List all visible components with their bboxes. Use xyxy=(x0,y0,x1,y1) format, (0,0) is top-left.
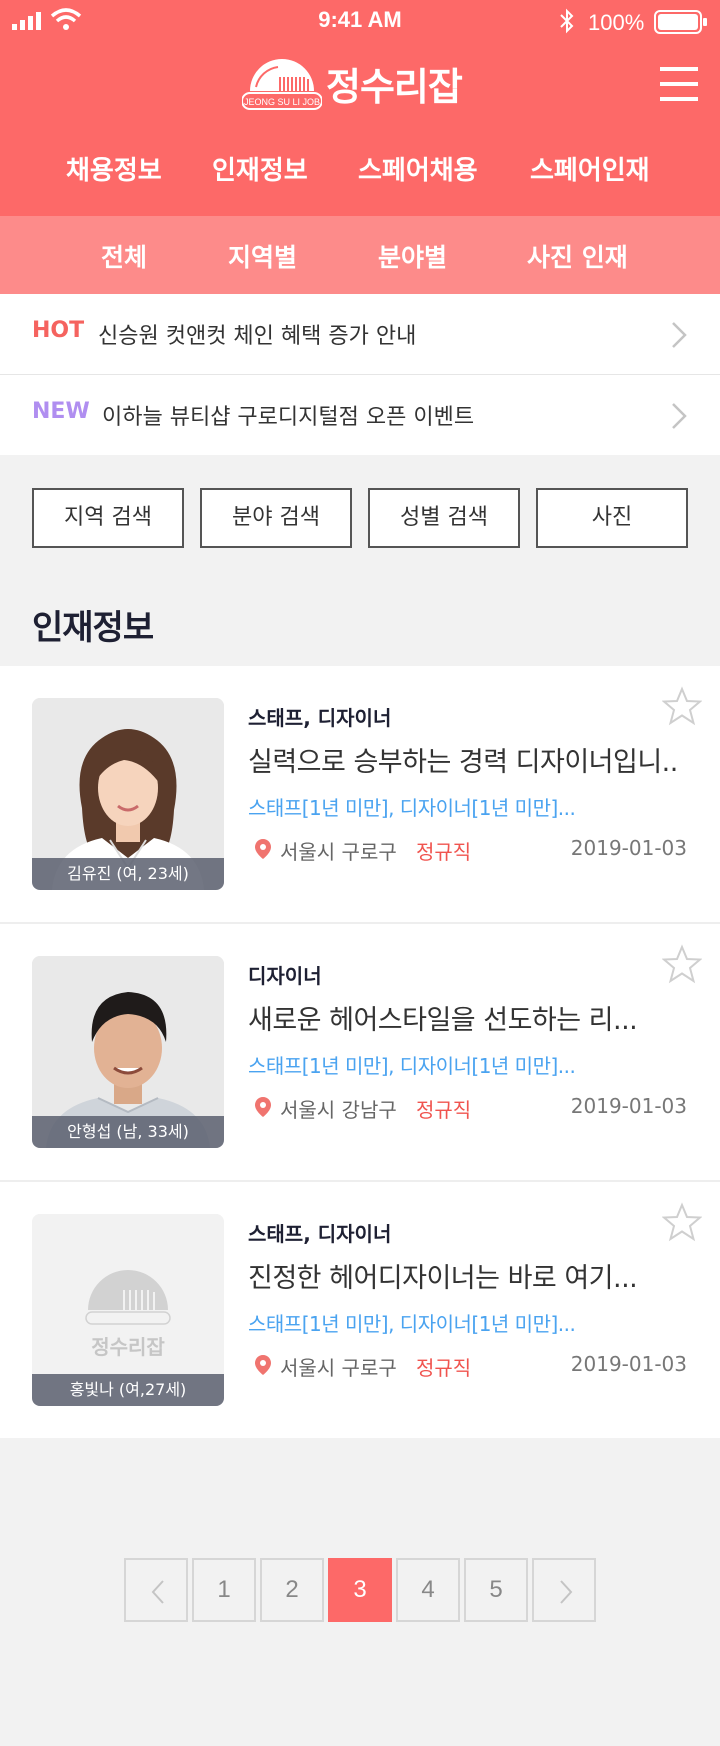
card-field: 스태프, 디자이너 xyxy=(248,706,392,730)
sub-nav: 전체 지역별 분야별 사진 인재 xyxy=(0,216,720,294)
card-career: 스태프[1년 미만], 디자이너[1년 미만]... xyxy=(248,1054,576,1078)
chevron-left-icon xyxy=(151,1580,164,1604)
hamburger-menu-icon[interactable] xyxy=(660,66,698,102)
sub-nav-item-photo[interactable]: 사진 인재 xyxy=(527,238,628,274)
photo-filter-button[interactable]: 사진 xyxy=(536,488,688,548)
notice-row-hot[interactable]: HOT 신승원 컷앤컷 체인 혜택 증가 안내 xyxy=(0,294,720,374)
chevron-right-icon xyxy=(672,403,687,429)
prev-page-button[interactable] xyxy=(124,1558,188,1622)
logo-icon: JEONG SU LI JOB xyxy=(242,59,322,110)
card-field: 디자이너 xyxy=(248,964,322,988)
card-career: 스태프[1년 미만], 디자이너[1년 미만]... xyxy=(248,796,576,820)
talent-card[interactable]: 김유진 (여, 23세) 스태프, 디자이너 실력으로 승부하는 경력 디자이너… xyxy=(0,666,720,922)
profile-photo-placeholder: 정수리잡 홍빛나 (여,27세) xyxy=(32,1214,224,1406)
profile-caption: 김유진 (여, 23세) xyxy=(32,858,224,890)
battery-icon xyxy=(654,10,707,34)
next-page-button[interactable] xyxy=(532,1558,596,1622)
star-icon[interactable] xyxy=(662,686,702,726)
main-nav-item-spare-talent[interactable]: 스페어인재 xyxy=(530,150,650,187)
battery-percent: 100% xyxy=(588,10,645,35)
card-date: 2019-01-03 xyxy=(570,1094,687,1118)
chevron-right-icon xyxy=(672,322,687,348)
profile-photo: 김유진 (여, 23세) xyxy=(32,698,224,890)
card-employment-type: 정규직 xyxy=(416,1356,472,1380)
profile-caption: 홍빛나 (여,27세) xyxy=(32,1374,224,1406)
logo-text: 정수리잡 xyxy=(326,65,463,109)
profile-photo: 안형섭 (남, 33세) xyxy=(32,956,224,1148)
page-button[interactable]: 1 xyxy=(192,1558,256,1622)
card-date: 2019-01-03 xyxy=(570,836,687,860)
notice-row-new[interactable]: NEW 이하늘 뷰티샵 구로디지털점 오픈 이벤트 xyxy=(0,375,720,455)
location-pin-icon xyxy=(255,1097,271,1117)
notice-tag: NEW xyxy=(32,399,90,424)
card-title[interactable]: 진정한 헤어디자이너는 바로 여기... xyxy=(248,1256,678,1295)
logo-subtext: JEONG SU LI JOB xyxy=(244,97,320,107)
chevron-right-icon xyxy=(560,1580,573,1604)
card-employment-type: 정규직 xyxy=(416,1098,472,1122)
talent-card[interactable]: 안형섭 (남, 33세) 디자이너 새로운 헤어스타일을 선도하는 리... 스… xyxy=(0,924,720,1180)
main-nav-item-spare-recruit[interactable]: 스페어채용 xyxy=(358,150,478,187)
field-search-button[interactable]: 분야 검색 xyxy=(200,488,352,548)
main-nav-item-talent[interactable]: 인재정보 xyxy=(212,150,308,187)
page-button[interactable]: 4 xyxy=(396,1558,460,1622)
section-title: 인재정보 xyxy=(32,608,154,648)
main-nav-item-recruit[interactable]: 채용정보 xyxy=(66,150,162,187)
notice-tag: HOT xyxy=(32,318,85,343)
sub-nav-item-field[interactable]: 분야별 xyxy=(378,238,447,274)
gender-search-button[interactable]: 성별 검색 xyxy=(368,488,520,548)
star-icon[interactable] xyxy=(662,944,702,984)
card-title[interactable]: 새로운 헤어스타일을 선도하는 리... xyxy=(248,998,678,1037)
location-pin-icon xyxy=(255,839,271,859)
card-date: 2019-01-03 xyxy=(570,1352,687,1376)
profile-caption: 안형섭 (남, 33세) xyxy=(32,1116,224,1148)
card-career: 스태프[1년 미만], 디자이너[1년 미만]... xyxy=(248,1312,576,1336)
card-title[interactable]: 실력으로 승부하는 경력 디자이너입니... xyxy=(248,740,678,779)
card-employment-type: 정규직 xyxy=(416,840,472,864)
location-pin-icon xyxy=(255,1355,271,1375)
bluetooth-icon xyxy=(560,8,574,34)
app-header: 9:41 AM 100% JEONG SU LI JOB 정수리잡 채용정보 인… xyxy=(0,0,720,216)
placeholder-logo-text: 정수리잡 xyxy=(91,1335,165,1359)
card-location: 서울시 구로구 xyxy=(280,1356,397,1380)
status-bar: 9:41 AM 100% xyxy=(0,0,720,44)
notice-text: 이하늘 뷰티샵 구로디지털점 오픈 이벤트 xyxy=(102,405,475,430)
card-location: 서울시 강남구 xyxy=(280,1098,397,1122)
main-nav: 채용정보 인재정보 스페어채용 스페어인재 xyxy=(0,150,720,196)
page-button-current[interactable]: 3 xyxy=(328,1558,392,1622)
notice-text: 신승원 컷앤컷 체인 혜택 증가 안내 xyxy=(98,324,417,349)
card-field: 스태프, 디자이너 xyxy=(248,1222,392,1246)
page-button[interactable]: 2 xyxy=(260,1558,324,1622)
talent-card[interactable]: 정수리잡 홍빛나 (여,27세) 스태프, 디자이너 진정한 헤어디자이너는 바… xyxy=(0,1182,720,1438)
page-button[interactable]: 5 xyxy=(464,1558,528,1622)
sub-nav-item-all[interactable]: 전체 xyxy=(101,238,147,274)
region-search-button[interactable]: 지역 검색 xyxy=(32,488,184,548)
sub-nav-item-region[interactable]: 지역별 xyxy=(228,238,297,274)
card-location: 서울시 구로구 xyxy=(280,840,397,864)
star-icon[interactable] xyxy=(662,1202,702,1242)
